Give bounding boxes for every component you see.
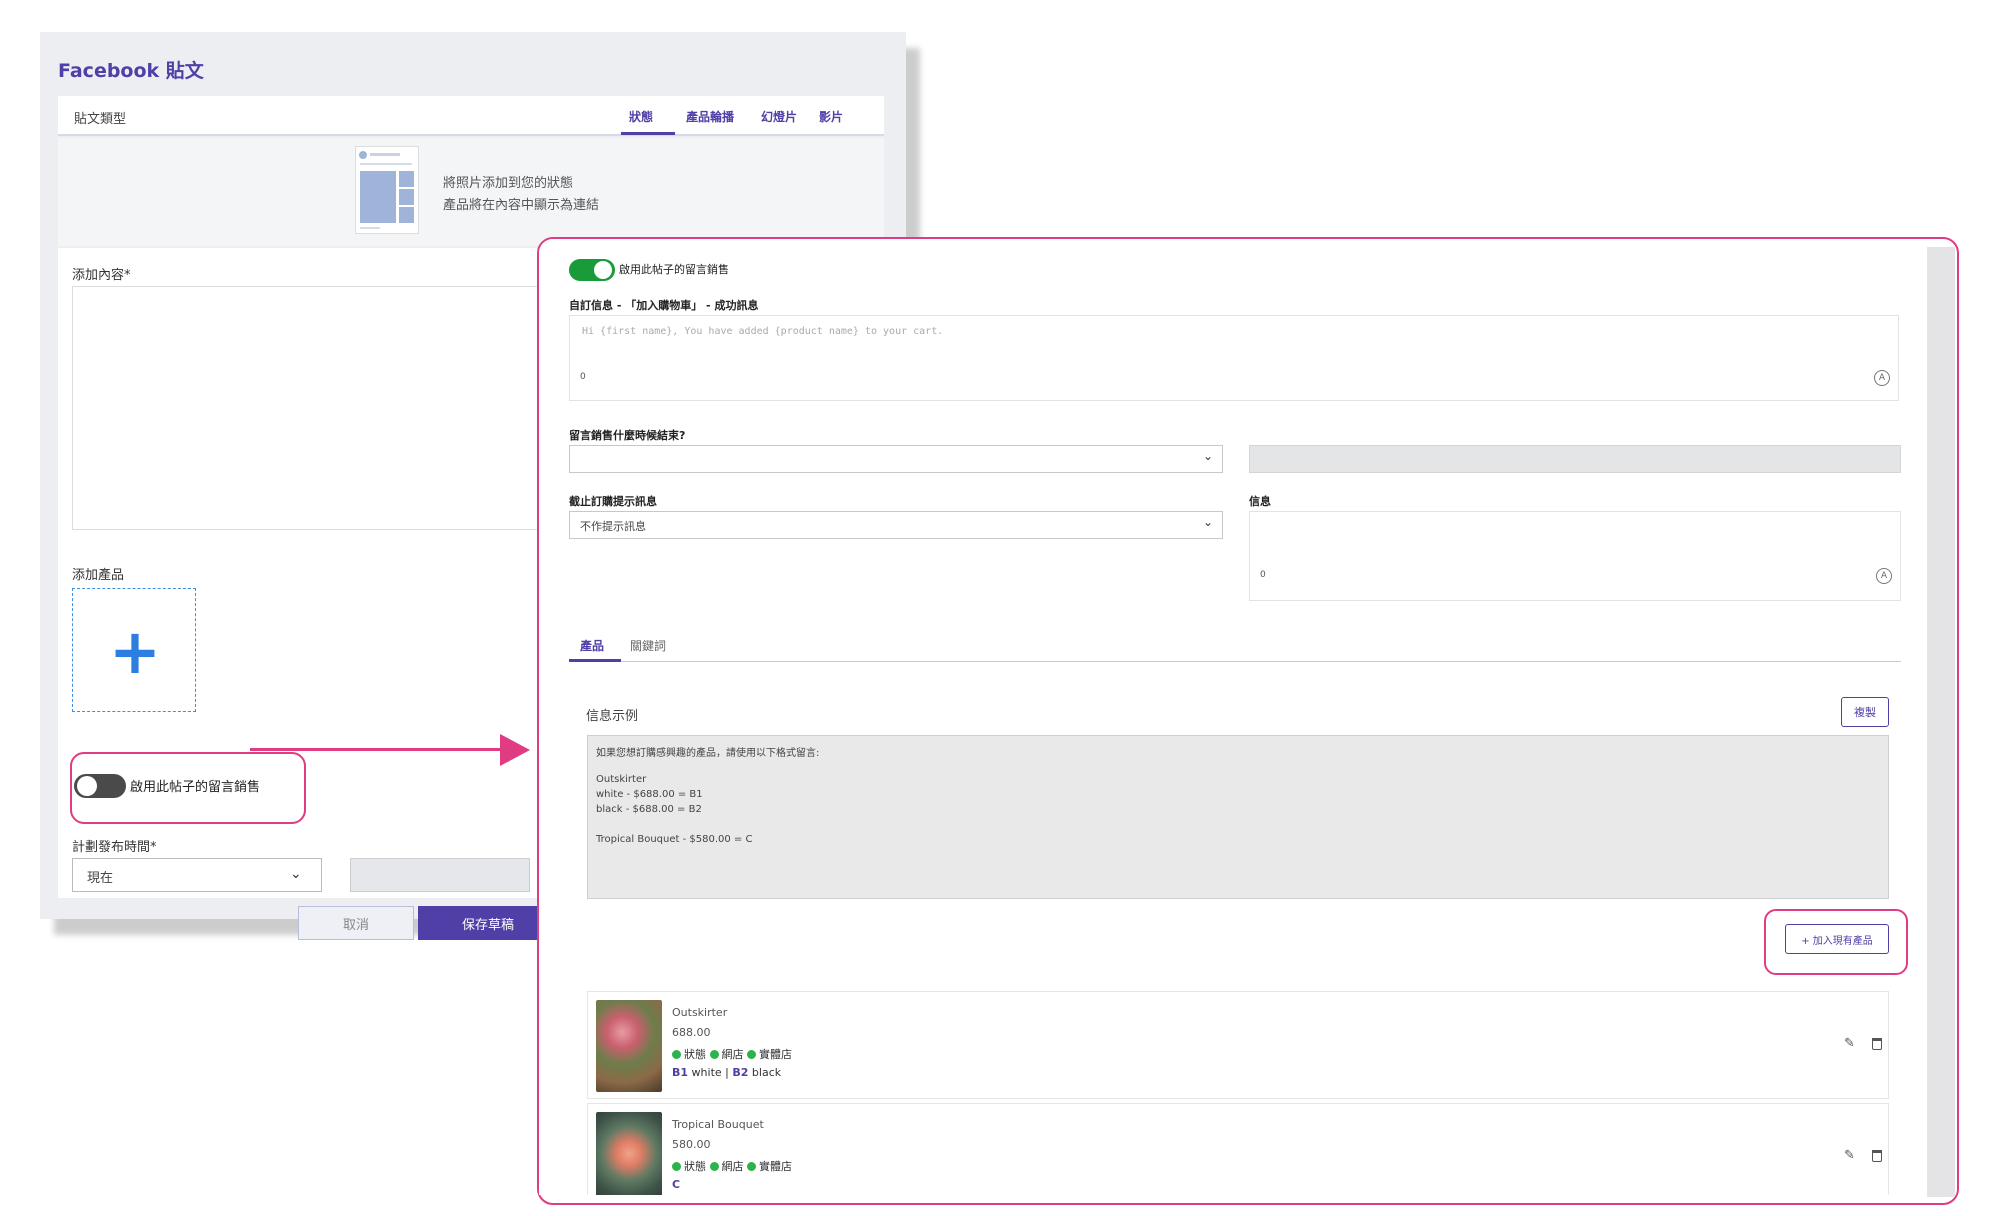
product-codes: B1 white | B2 black	[672, 1066, 781, 1079]
example-line: Outskirter	[596, 774, 647, 785]
pencil-icon[interactable]: ✎	[1844, 1148, 1855, 1163]
status-dot-icon	[709, 1050, 719, 1059]
tab-divider	[569, 661, 1901, 662]
callout-arrow-line	[250, 748, 512, 751]
product-image	[596, 1000, 662, 1092]
product-status-list: 狀態 網店 實體店	[672, 1046, 792, 1062]
emoji-icon[interactable]: A	[1874, 370, 1890, 386]
example-line: 如果您想訂購感興趣的產品，請使用以下格式留言:	[596, 748, 820, 759]
product-code: B2	[732, 1066, 749, 1079]
tab-video[interactable]: 影片	[819, 108, 843, 125]
character-count: 0	[1260, 570, 1266, 580]
end-time-input[interactable]	[1249, 445, 1901, 473]
custom-message-textarea[interactable]: Hi {first name}, You have added {product…	[569, 315, 1899, 401]
active-tab-indicator	[621, 132, 675, 135]
status-label: 狀態	[684, 1048, 706, 1061]
variant-name: black	[751, 1066, 782, 1079]
preview-line-2: 產品將在內容中顯示為連結	[443, 198, 600, 213]
trash-icon[interactable]	[1872, 1038, 1882, 1050]
comment-selling-label: 啟用此帖子的留言銷售	[130, 780, 261, 795]
separator: |	[725, 1066, 729, 1079]
status-label: 實體店	[759, 1048, 792, 1061]
product-name: Tropical Bouquet	[672, 1118, 764, 1131]
example-textarea[interactable]: 如果您想訂購感興趣的產品，請使用以下格式留言: Outskirter white…	[587, 735, 1889, 899]
schedule-label: 計劃發布時間*	[72, 840, 157, 855]
comment-selling-label: 啟用此帖子的留言銷售	[619, 263, 729, 276]
copy-button[interactable]: 複製	[1841, 697, 1889, 727]
chevron-down-icon: ⌄	[1203, 449, 1214, 463]
status-dot-icon	[672, 1162, 681, 1171]
status-label: 狀態	[684, 1160, 706, 1173]
add-product-button[interactable]: +	[72, 588, 196, 712]
cancel-button[interactable]: 取消	[298, 906, 414, 940]
status-layout-icon	[355, 146, 419, 234]
status-dot-icon	[747, 1162, 756, 1171]
cutoff-label: 截止訂購提示訊息	[569, 495, 657, 508]
status-label: 網店	[721, 1048, 744, 1061]
active-tab-indicator	[569, 659, 621, 662]
example-line: Tropical Bouquet - $580.00 = C	[596, 834, 753, 845]
tab-keywords[interactable]: 關鍵詞	[630, 637, 666, 654]
add-existing-product-button[interactable]: + 加入現有產品	[1785, 924, 1889, 954]
comment-selling-toggle-on[interactable]	[569, 259, 615, 281]
toggle-knob	[77, 776, 97, 796]
comment-selling-panel: 啟用此帖子的留言銷售 自訂信息 - 「加入購物車」 - 成功訊息 Hi {fir…	[537, 237, 1959, 1205]
content-label: 添加內容*	[72, 268, 131, 283]
product-image	[596, 1112, 662, 1195]
product-status-list: 狀態 網店 實體店	[672, 1158, 792, 1174]
emoji-icon[interactable]: A	[1876, 568, 1892, 584]
schedule-datetime-input[interactable]	[350, 858, 530, 892]
product-row: Tropical Bouquet 580.00 狀態 網店 實體店 C ✎	[587, 1103, 1889, 1195]
trash-icon[interactable]	[1872, 1150, 1882, 1162]
add-product-label: 添加產品	[72, 568, 125, 583]
status-label: 實體店	[759, 1160, 792, 1173]
custom-message-label: 自訂信息 - 「加入購物車」 - 成功訊息	[569, 299, 759, 312]
end-time-select[interactable]	[569, 445, 1223, 473]
status-dot-icon	[747, 1050, 756, 1059]
plus-icon: +	[109, 614, 161, 688]
example-title: 信息示例	[586, 709, 639, 724]
pencil-icon[interactable]: ✎	[1844, 1036, 1855, 1051]
product-price: 688.00	[672, 1026, 711, 1039]
variant-name: white	[691, 1066, 722, 1079]
chevron-down-icon: ⌄	[290, 866, 302, 882]
status-dot-icon	[672, 1050, 681, 1059]
comment-selling-toggle-off[interactable]	[74, 774, 126, 798]
preview-line-1: 將照片添加到您的狀態	[443, 176, 574, 191]
post-type-label: 貼文類型	[74, 112, 127, 127]
product-code: B1	[672, 1066, 689, 1079]
status-dot-icon	[709, 1162, 719, 1171]
example-line: white - $688.00 = B1	[596, 789, 703, 800]
tab-slideshow[interactable]: 幻燈片	[761, 108, 797, 125]
tab-product-carousel[interactable]: 產品輪播	[686, 108, 734, 125]
post-type-bar: 貼文類型 狀態 產品輪播 幻燈片 影片	[58, 96, 884, 136]
info-label: 信息	[1249, 495, 1271, 508]
product-code: C	[672, 1178, 681, 1191]
cutoff-select[interactable]: 不作提示訊息	[569, 511, 1223, 539]
panel-scrollbar[interactable]	[1927, 247, 1955, 1197]
info-textarea[interactable]: 0 A	[1249, 511, 1901, 601]
page-title: Facebook 貼文	[58, 60, 204, 82]
status-label: 網店	[721, 1160, 744, 1173]
example-line: black - $688.00 = B2	[596, 804, 702, 815]
end-time-label: 留言銷售什麼時候結束?	[569, 429, 686, 442]
product-name: Outskirter	[672, 1006, 728, 1019]
product-row: Outskirter 688.00 狀態 網店 實體店 B1 white | B…	[587, 991, 1889, 1099]
schedule-select[interactable]: 現在	[72, 858, 322, 892]
post-type-preview: 將照片添加到您的狀態 產品將在內容中顯示為連結	[58, 138, 884, 246]
custom-message-placeholder: Hi {first name}, You have added {product…	[582, 326, 944, 337]
toggle-knob	[594, 261, 612, 279]
tab-status[interactable]: 狀態	[629, 108, 653, 125]
tab-products[interactable]: 產品	[580, 637, 604, 654]
product-price: 580.00	[672, 1138, 711, 1151]
product-codes: C	[672, 1178, 680, 1191]
chevron-down-icon: ⌄	[1203, 515, 1214, 529]
callout-arrow-head-icon	[500, 734, 530, 766]
comment-selling-content: 啟用此帖子的留言銷售 自訂信息 - 「加入購物車」 - 成功訊息 Hi {fir…	[539, 239, 1927, 1195]
character-count: 0	[580, 372, 586, 382]
